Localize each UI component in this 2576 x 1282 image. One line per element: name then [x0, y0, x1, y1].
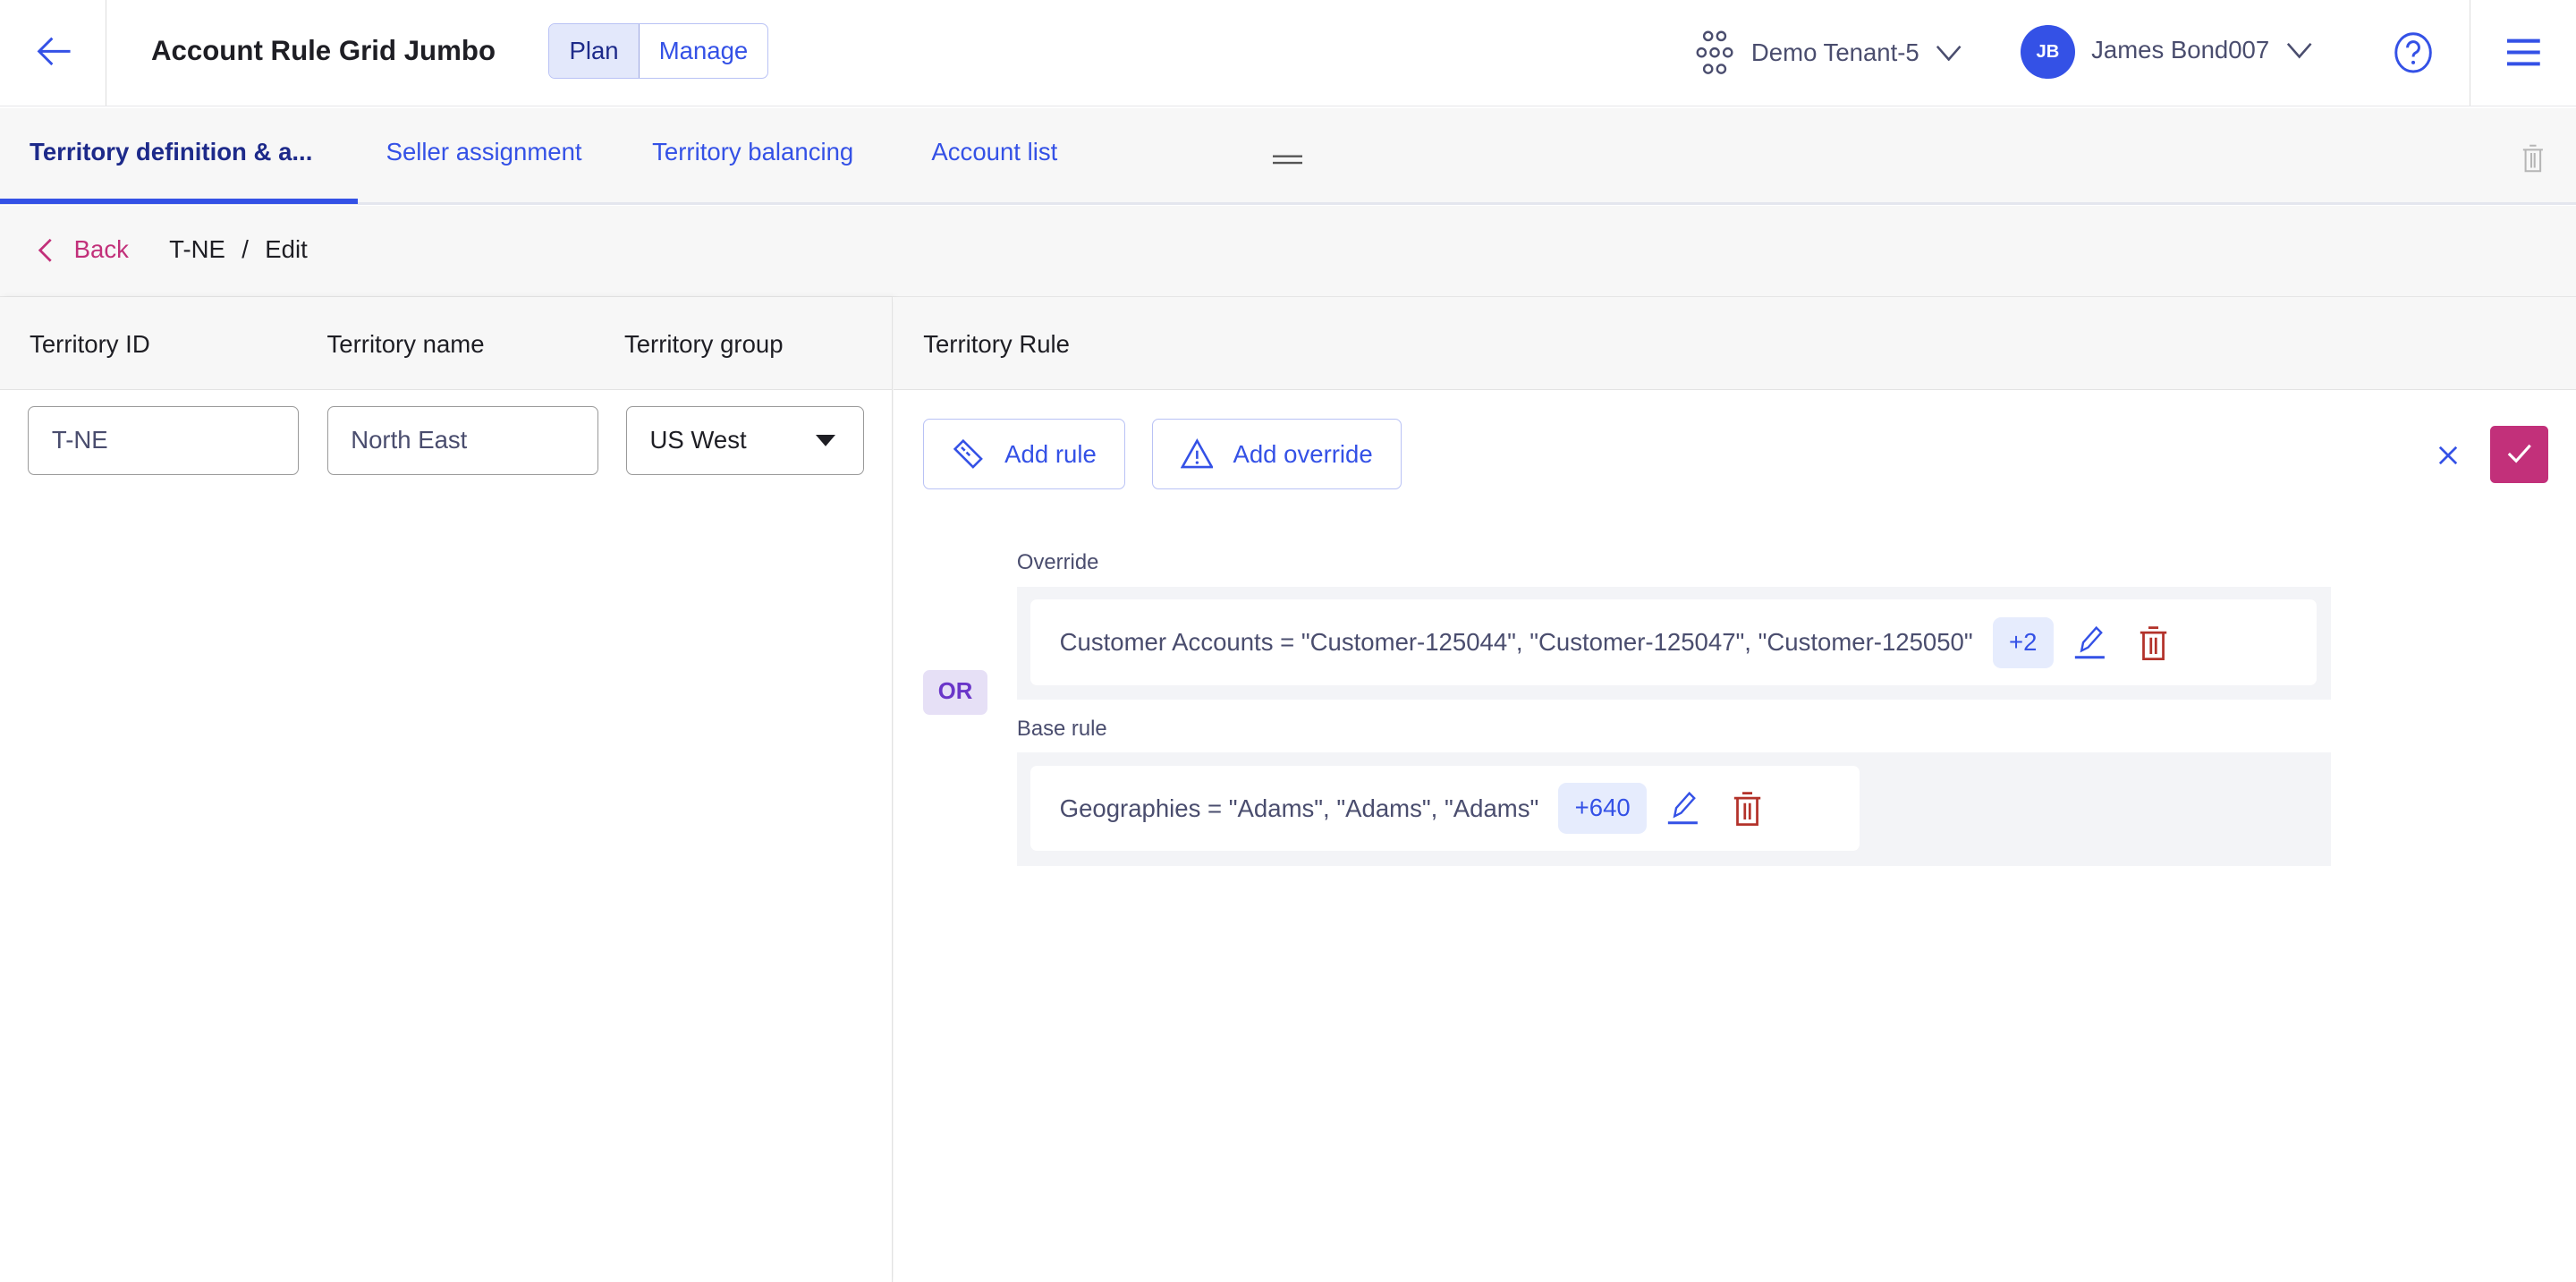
ruler-icon: [953, 439, 984, 470]
tab-territory-balancing[interactable]: Territory balancing: [652, 138, 853, 166]
rule-panel-title: Territory Rule: [923, 330, 1070, 359]
top-bar: Account Rule Grid Jumbo Plan Manage Demo…: [0, 0, 2576, 106]
add-override-label: Add override: [1233, 439, 1373, 468]
add-override-button[interactable]: Add override: [1151, 419, 1402, 490]
breadcrumb-current: Edit: [265, 234, 308, 263]
base-rule-text: Geographies = "Adams", "Adams", "Adams": [1059, 794, 1539, 822]
edit-icon[interactable]: [1666, 790, 1699, 826]
override-label: Override: [1016, 550, 1099, 575]
back-link[interactable]: Back: [74, 235, 129, 264]
mode-toggle: Plan Manage: [548, 22, 769, 80]
override-section: Customer Accounts = "Customer-125044", "…: [1016, 586, 2332, 700]
territory-form: Territory ID Territory name Territory gr…: [0, 297, 894, 1282]
tab-seller-assignment[interactable]: Seller assignment: [386, 138, 582, 166]
or-operator-badge: OR: [923, 670, 987, 715]
back-arrow-icon[interactable]: [36, 35, 72, 68]
territory-id-input[interactable]: T-NE: [28, 405, 300, 475]
warning-icon: [1180, 438, 1214, 469]
chevron-left-icon: [38, 239, 52, 262]
column-territory-group: Territory group: [623, 330, 784, 359]
cancel-icon[interactable]: [2438, 446, 2458, 465]
active-tab-indicator: [0, 199, 359, 204]
more-values-badge[interactable]: +2: [1992, 616, 2054, 668]
manage-mode-button[interactable]: Manage: [640, 24, 768, 79]
tenant-icon: [1697, 30, 1733, 74]
more-values-badge[interactable]: +640: [1558, 783, 1648, 835]
breadcrumb: Back T-NE / Edit: [0, 205, 2576, 297]
chevron-down-icon: [2286, 43, 2312, 59]
help-icon[interactable]: [2394, 31, 2433, 74]
territory-group-select[interactable]: US West: [625, 405, 865, 475]
tenant-selector[interactable]: Demo Tenant-5: [1695, 30, 1962, 75]
plan-mode-button[interactable]: Plan: [549, 23, 640, 79]
drag-handle-icon[interactable]: [1273, 153, 1303, 166]
override-rule-text: Customer Accounts = "Customer-125044", "…: [1059, 628, 1973, 657]
edit-icon[interactable]: [2073, 624, 2106, 660]
add-rule-label: Add rule: [1004, 439, 1097, 468]
page-title: Account Rule Grid Jumbo: [150, 34, 496, 66]
confirm-button[interactable]: [2490, 425, 2548, 483]
territory-rule-panel: Territory Rule Add rule Add override Ove…: [894, 297, 2576, 1282]
check-icon: [2507, 444, 2531, 463]
trash-icon[interactable]: [2521, 143, 2545, 173]
base-rule-card: Geographies = "Adams", "Adams", "Adams" …: [1030, 765, 1860, 852]
user-menu[interactable]: James Bond007: [2091, 36, 2312, 64]
tab-territory-definition[interactable]: Territory definition & a...: [30, 138, 312, 166]
tenant-name: Demo Tenant-5: [1750, 38, 1919, 66]
user-name: James Bond007: [2091, 36, 2270, 64]
avatar[interactable]: JB: [2021, 24, 2075, 80]
delete-icon[interactable]: [1733, 790, 1762, 827]
territory-name-input[interactable]: North East: [326, 405, 598, 475]
delete-icon[interactable]: [2139, 624, 2168, 660]
tab-bar: Territory definition & a... Seller assig…: [0, 108, 2576, 205]
add-rule-button[interactable]: Add rule: [923, 419, 1125, 490]
tab-account-list[interactable]: Account list: [931, 138, 1057, 166]
breadcrumb-territory[interactable]: T-NE: [169, 235, 225, 264]
breadcrumb-separator: /: [242, 234, 249, 263]
column-territory-id: Territory ID: [30, 330, 150, 359]
override-rule-card: Customer Accounts = "Customer-125044", "…: [1030, 599, 2317, 685]
caret-down-icon: [815, 434, 835, 446]
base-rule-section: Geographies = "Adams", "Adams", "Adams" …: [1016, 752, 2332, 866]
chevron-down-icon: [1936, 45, 1962, 61]
column-territory-name: Territory name: [326, 330, 485, 359]
territory-group-value: US West: [649, 425, 747, 454]
menu-icon[interactable]: [2506, 38, 2540, 67]
base-rule-label: Base rule: [1016, 716, 1107, 741]
